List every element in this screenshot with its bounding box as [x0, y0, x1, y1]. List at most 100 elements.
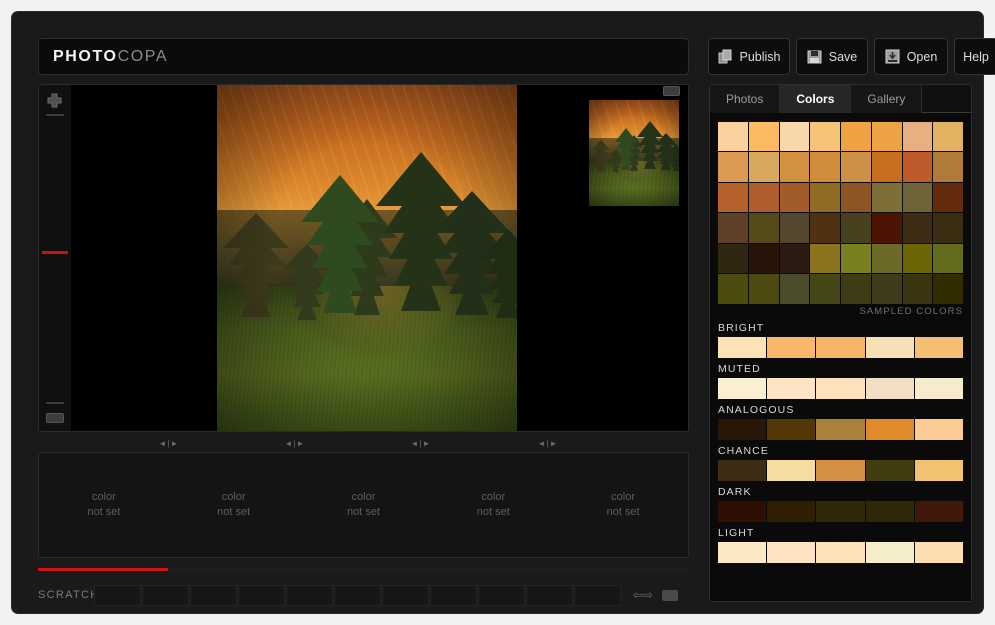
- sampled-color-cell[interactable]: [780, 152, 810, 181]
- palette-swatch[interactable]: [767, 501, 815, 522]
- sampled-color-cell[interactable]: [718, 122, 748, 151]
- palette-swatch[interactable]: [866, 460, 914, 481]
- sampled-color-cell[interactable]: [933, 274, 963, 303]
- slot-divider-1[interactable]: ◄|►: [156, 436, 182, 450]
- help-button[interactable]: Help: [954, 38, 995, 75]
- palette-swatch[interactable]: [866, 337, 914, 358]
- sampled-color-cell[interactable]: [810, 122, 840, 151]
- color-slot[interactable]: color not set: [558, 453, 688, 557]
- color-slot[interactable]: color not set: [299, 453, 429, 557]
- sampled-color-cell[interactable]: [810, 213, 840, 242]
- sampled-color-cell[interactable]: [841, 122, 871, 151]
- scratch-cell[interactable]: [526, 585, 573, 606]
- slot-divider-3[interactable]: ◄|►: [408, 436, 434, 450]
- sampled-color-cell[interactable]: [933, 152, 963, 181]
- color-slot[interactable]: color not set: [39, 453, 169, 557]
- palette-swatch[interactable]: [767, 419, 815, 440]
- scratch-cell[interactable]: [478, 585, 525, 606]
- sampled-color-cell[interactable]: [933, 122, 963, 151]
- tab-colors[interactable]: Colors: [780, 85, 851, 113]
- tab-photos[interactable]: Photos: [710, 85, 780, 113]
- sampled-color-cell[interactable]: [903, 183, 933, 212]
- scratch-rect-icon[interactable]: [662, 590, 678, 601]
- palette-swatch[interactable]: [866, 378, 914, 399]
- palette-swatch[interactable]: [816, 542, 864, 563]
- scratch-cell[interactable]: [574, 585, 621, 606]
- swap-arrows-icon[interactable]: ⇦⇨: [633, 588, 653, 602]
- sampled-color-cell[interactable]: [933, 244, 963, 273]
- sampled-color-cell[interactable]: [718, 152, 748, 181]
- palette-swatch[interactable]: [915, 460, 963, 481]
- palette-swatch[interactable]: [718, 378, 766, 399]
- sampled-color-cell[interactable]: [810, 183, 840, 212]
- sampled-color-cell[interactable]: [780, 183, 810, 212]
- scratch-cell[interactable]: [430, 585, 477, 606]
- sampled-color-cell[interactable]: [872, 244, 902, 273]
- save-button[interactable]: Save: [796, 38, 868, 75]
- slot-divider-4[interactable]: ◄|►: [535, 436, 561, 450]
- scratch-cell[interactable]: [382, 585, 429, 606]
- open-button[interactable]: Open: [874, 38, 948, 75]
- scratch-cell[interactable]: [190, 585, 237, 606]
- sampled-color-cell[interactable]: [872, 122, 902, 151]
- sampled-color-cell[interactable]: [841, 152, 871, 181]
- palette-swatch[interactable]: [816, 419, 864, 440]
- sampled-color-cell[interactable]: [780, 274, 810, 303]
- palette-swatch[interactable]: [915, 378, 963, 399]
- color-slot[interactable]: color not set: [428, 453, 558, 557]
- zoom-in-icon[interactable]: [46, 93, 63, 110]
- sampled-color-cell[interactable]: [810, 274, 840, 303]
- sampled-color-cell[interactable]: [810, 152, 840, 181]
- sampled-color-cell[interactable]: [841, 213, 871, 242]
- navigator-thumbnail[interactable]: [588, 99, 680, 207]
- sampled-color-cell[interactable]: [903, 274, 933, 303]
- sampled-color-cell[interactable]: [780, 213, 810, 242]
- palette-swatch[interactable]: [718, 501, 766, 522]
- scratch-cell[interactable]: [238, 585, 285, 606]
- sampled-color-cell[interactable]: [718, 244, 748, 273]
- palette-swatch[interactable]: [767, 542, 815, 563]
- sampled-color-cell[interactable]: [780, 122, 810, 151]
- sampled-color-cell[interactable]: [841, 183, 871, 212]
- palette-swatch[interactable]: [767, 378, 815, 399]
- palette-swatch[interactable]: [718, 542, 766, 563]
- palette-swatch[interactable]: [816, 501, 864, 522]
- palette-swatch[interactable]: [718, 337, 766, 358]
- sampled-color-cell[interactable]: [903, 244, 933, 273]
- palette-swatch[interactable]: [915, 337, 963, 358]
- publish-button[interactable]: Publish: [708, 38, 790, 75]
- sampled-color-cell[interactable]: [903, 213, 933, 242]
- navigator-toggle-button[interactable]: [663, 86, 680, 96]
- sampled-color-cell[interactable]: [810, 244, 840, 273]
- scratch-cell[interactable]: [142, 585, 189, 606]
- color-slot[interactable]: color not set: [169, 453, 299, 557]
- tab-gallery[interactable]: Gallery: [851, 85, 922, 113]
- sampled-color-cell[interactable]: [903, 152, 933, 181]
- palette-swatch[interactable]: [816, 460, 864, 481]
- palette-swatch[interactable]: [767, 337, 815, 358]
- sampled-color-cell[interactable]: [749, 183, 779, 212]
- palette-swatch[interactable]: [718, 460, 766, 481]
- sampled-color-cell[interactable]: [903, 122, 933, 151]
- palette-swatch[interactable]: [915, 501, 963, 522]
- main-photo[interactable]: [217, 85, 517, 431]
- palette-swatch[interactable]: [767, 460, 815, 481]
- palette-swatch[interactable]: [866, 501, 914, 522]
- scratch-cell[interactable]: [94, 585, 141, 606]
- sampled-color-cell[interactable]: [841, 274, 871, 303]
- zoom-slider-handle[interactable]: [42, 251, 68, 254]
- zoom-rail[interactable]: [39, 85, 71, 431]
- palette-swatch[interactable]: [915, 419, 963, 440]
- photo-viewport[interactable]: [71, 85, 688, 431]
- palette-swatch[interactable]: [816, 378, 864, 399]
- sampled-color-cell[interactable]: [872, 274, 902, 303]
- sampled-color-cell[interactable]: [933, 183, 963, 212]
- sampled-color-cell[interactable]: [718, 213, 748, 242]
- sampled-color-cell[interactable]: [841, 244, 871, 273]
- sampled-color-cell[interactable]: [749, 152, 779, 181]
- sampled-color-cell[interactable]: [749, 213, 779, 242]
- palette-swatch[interactable]: [718, 419, 766, 440]
- sampled-color-cell[interactable]: [718, 183, 748, 212]
- sampled-color-cell[interactable]: [872, 183, 902, 212]
- sampled-color-cell[interactable]: [749, 274, 779, 303]
